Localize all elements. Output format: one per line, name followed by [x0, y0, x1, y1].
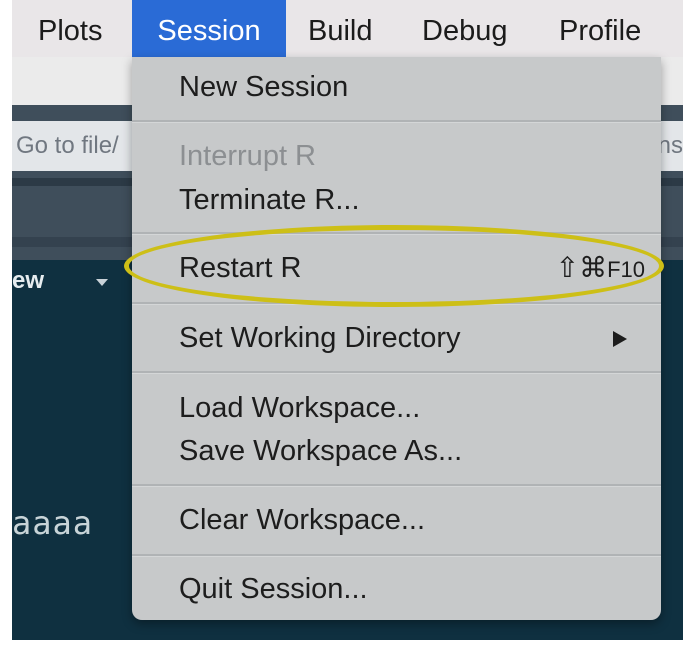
menu-item-save-workspace-as[interactable]: Save Workspace As...: [132, 432, 661, 470]
menu-item-load-workspace[interactable]: Load Workspace...: [132, 389, 661, 427]
menu-build[interactable]: Build: [308, 0, 373, 57]
shortcut-key: F10: [607, 257, 645, 282]
menu-debug[interactable]: Debug: [422, 0, 507, 57]
menu-item-label: Interrupt R: [179, 140, 316, 172]
menu-item-label: Save Workspace As...: [179, 435, 463, 467]
menu-item-label: Load Workspace...: [179, 392, 421, 424]
menu-item-restart-r[interactable]: Restart R ⇧⌘F10: [132, 249, 661, 287]
menu-separator: [132, 484, 661, 487]
menu-separator: [132, 120, 661, 123]
menu-item-label: Quit Session...: [179, 573, 368, 605]
view-menu-label[interactable]: ew: [12, 267, 44, 295]
menu-separator: [132, 371, 661, 374]
menu-separator: [132, 302, 661, 305]
menu-item-label: Terminate R...: [179, 184, 360, 216]
submenu-arrow-icon: [613, 331, 627, 347]
session-menu: New Session Interrupt R Terminate R... R…: [132, 57, 661, 620]
menu-plots[interactable]: Plots: [38, 0, 102, 57]
chevron-down-icon[interactable]: [96, 279, 108, 286]
go-to-file-input[interactable]: Go to file/: [12, 121, 136, 171]
editor-text: aaaa: [12, 504, 94, 542]
menu-bar: Plots Session Build Debug Profile: [12, 0, 683, 57]
menu-session[interactable]: Session: [132, 0, 286, 57]
shift-command-icon: ⇧⌘: [555, 252, 608, 283]
menu-item-clear-workspace[interactable]: Clear Workspace...: [132, 501, 661, 539]
menu-item-label: Restart R: [179, 252, 302, 284]
menu-item-label: Set Working Directory: [179, 322, 461, 354]
menu-item-set-working-directory[interactable]: Set Working Directory: [132, 319, 661, 357]
menu-profile[interactable]: Profile: [559, 0, 641, 57]
menu-item-new-session[interactable]: New Session: [132, 68, 661, 106]
menu-item-interrupt-r: Interrupt R: [132, 137, 661, 175]
menu-item-label: Clear Workspace...: [179, 504, 426, 536]
menu-item-label: New Session: [179, 71, 349, 103]
menu-separator: [132, 232, 661, 235]
menu-item-quit-session[interactable]: Quit Session...: [132, 570, 661, 608]
keyboard-shortcut: ⇧⌘F10: [556, 249, 645, 289]
menu-item-terminate-r[interactable]: Terminate R...: [132, 181, 661, 219]
menu-separator: [132, 554, 661, 557]
